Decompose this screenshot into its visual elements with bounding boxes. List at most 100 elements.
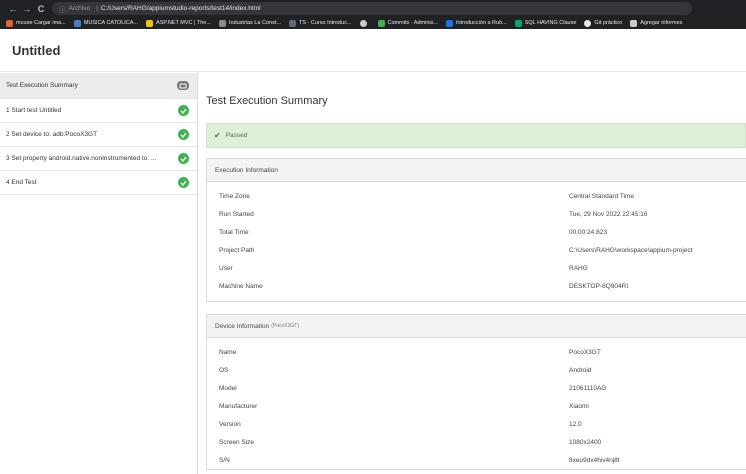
panel-heading-text: Device Information	[215, 322, 270, 330]
bookmark-favicon-icon	[630, 19, 638, 27]
bookmark-item[interactable]: TS - Curso Introduc...	[288, 19, 352, 27]
sidebar: Test Execution Summary 1 Start test Unti…	[0, 73, 198, 474]
status-banner: ✔ Passed	[206, 123, 746, 148]
row-value: C:\Users\RAHG\workspace\appium-project	[569, 246, 693, 254]
bookmark-favicon-icon	[146, 19, 154, 27]
bookmark-label: SQL HAVING Clause	[524, 20, 577, 26]
row-value: PocoX3GT	[569, 348, 601, 356]
bookmark-favicon-icon	[514, 19, 522, 27]
table-row: Model 21061110AG	[207, 379, 746, 397]
row-key: Screen Size	[219, 438, 255, 446]
page-title: Test Execution Summary	[206, 95, 328, 107]
bookmark-item[interactable]: Agregar informes	[630, 19, 683, 27]
panel-heading: Execution Information	[207, 159, 746, 182]
table-row: Manufacturer Xiaomi	[207, 397, 746, 415]
row-value: DESKTOP-8Q904RI	[569, 282, 629, 290]
browser-chrome: ← → C ⓘ Archivo | C:/Users/RAHG/appiumst…	[0, 0, 746, 29]
bookmark-item[interactable]: Introducción a Rub...	[445, 19, 507, 27]
row-key: Total Time	[219, 228, 249, 236]
row-key: Project Path	[219, 246, 255, 254]
table-row: S/N 8xeu9dx4hiv4nj8t	[207, 451, 746, 469]
row-value: 21061110AG	[569, 384, 607, 392]
app-title: Untitled	[12, 42, 61, 58]
row-value: RAHG	[569, 264, 588, 272]
bookmark-item[interactable]: MUSICA CATOLICA...	[73, 19, 139, 27]
row-key: Model	[219, 384, 237, 392]
bookmark-item[interactable]	[359, 19, 370, 27]
panel-heading-text: Execution Information	[215, 166, 278, 174]
reload-icon[interactable]: C	[34, 4, 48, 14]
row-value: Xiaomi	[569, 402, 589, 410]
device-name-subtitle: (PocoX3GT)	[271, 323, 299, 329]
bookmark-favicon-icon	[6, 19, 13, 27]
check-icon	[178, 129, 189, 140]
row-value: 12.0	[569, 420, 582, 428]
row-value: Android	[569, 366, 592, 374]
table-row: Machine Name DESKTOP-8Q904RI	[207, 277, 746, 295]
bookmark-label: Agregar informes	[640, 20, 683, 26]
summary-icon	[177, 81, 189, 90]
sidebar-item-step[interactable]: 2 Set device to: adb:PocoX3GT	[0, 123, 197, 147]
row-key: Run Started	[219, 210, 254, 218]
bookmark-favicon-icon	[359, 19, 367, 27]
app-header: Untitled	[0, 29, 746, 72]
bookmark-item[interactable]: Industrias La Const...	[218, 19, 281, 27]
bookmark-item[interactable]: Git práctico	[584, 19, 623, 27]
bookmark-label: Commits · Adminis...	[387, 20, 438, 26]
row-key: User	[219, 264, 233, 272]
back-icon[interactable]: ←	[6, 4, 20, 14]
check-icon	[178, 105, 189, 116]
row-key: Machine Name	[219, 282, 263, 290]
row-value: 8xeu9dx4hiv4nj8t	[569, 456, 620, 464]
info-icon[interactable]: ⓘ	[59, 4, 66, 14]
address-bar[interactable]: ⓘ Archivo | C:/Users/RAHG/appiumstudio-r…	[52, 2, 692, 15]
bookmark-favicon-icon	[584, 19, 592, 27]
info-table: Time Zone Central Standard Time Run Start…	[207, 182, 746, 301]
address-url: C:/Users/RAHG/appiumstudio-reports/test1…	[100, 5, 261, 12]
table-row: Run Started Tue, 29 Nov 2022 22:45:16	[207, 205, 746, 223]
table-row: OS Android	[207, 361, 746, 379]
row-value: Tue, 29 Nov 2022 22:45:16	[569, 210, 648, 218]
row-value: Central Standard Time	[569, 192, 635, 200]
sidebar-item-label: 3 Set property android.native.nonInstrum…	[6, 155, 157, 162]
sidebar-item-summary[interactable]: Test Execution Summary	[0, 73, 197, 99]
bookmark-item[interactable]: Commits · Adminis...	[377, 19, 438, 27]
bookmark-label: MUSICA CATOLICA...	[83, 20, 139, 26]
bookmark-label: TS - Curso Introduc...	[298, 20, 352, 26]
address-row: ← → C ⓘ Archivo | C:/Users/RAHG/appiumst…	[0, 0, 746, 17]
check-icon	[178, 177, 189, 188]
table-row: Screen Size 1080x2400	[207, 433, 746, 451]
sidebar-item-label: Test Execution Summary	[6, 82, 78, 89]
sidebar-item-step[interactable]: 1 Start test Untitled	[0, 99, 197, 123]
bookmarks-bar: mouse Cargar ima... MUSICA CATOLICA... A…	[0, 17, 746, 29]
info-table: Name PocoX3GT OS Android Model 21061110AG M…	[207, 338, 746, 469]
row-key: Name	[219, 348, 237, 356]
table-row: Project Path C:\Users\RAHG\workspace\appi…	[207, 241, 746, 259]
bookmark-label: Git práctico	[594, 20, 623, 26]
address-scheme: Archivo	[68, 5, 91, 12]
check-icon: ✔	[214, 131, 221, 140]
forward-icon[interactable]: →	[20, 4, 34, 14]
sidebar-item-step[interactable]: 4 End Test	[0, 171, 197, 195]
sidebar-item-label: 2 Set device to: adb:PocoX3GT	[6, 131, 98, 138]
bookmark-label: mouse Cargar ima...	[16, 20, 66, 26]
bookmark-item[interactable]: SQL HAVING Clause	[514, 19, 577, 27]
row-key: Version	[219, 420, 241, 428]
bookmark-label: ASP.NET MVC | The...	[156, 20, 211, 26]
sidebar-item-label: 4 End Test	[6, 179, 37, 186]
row-value: 00:00:24.823	[569, 228, 607, 236]
row-key: Manufacturer	[219, 402, 258, 410]
table-row: Time Zone Central Standard Time	[207, 187, 746, 205]
bookmark-item[interactable]: mouse Cargar ima...	[6, 19, 66, 27]
sidebar-item-step[interactable]: 3 Set property android.native.nonInstrum…	[0, 147, 197, 171]
bookmark-favicon-icon	[445, 19, 453, 27]
address-separator: |	[96, 5, 98, 12]
main-content: Test Execution Summary ✔ Passed Executio…	[198, 73, 746, 474]
sidebar-item-label: 1 Start test Untitled	[6, 107, 62, 114]
bookmark-item[interactable]: ASP.NET MVC | The...	[146, 19, 211, 27]
bookmark-label: Introducción a Rub...	[455, 20, 507, 26]
device-info-panel: Device Information (PocoX3GT) Name PocoX3…	[206, 314, 746, 470]
row-key: OS	[219, 366, 229, 374]
row-value: 1080x2400	[569, 438, 602, 446]
table-row: Name PocoX3GT	[207, 343, 746, 361]
